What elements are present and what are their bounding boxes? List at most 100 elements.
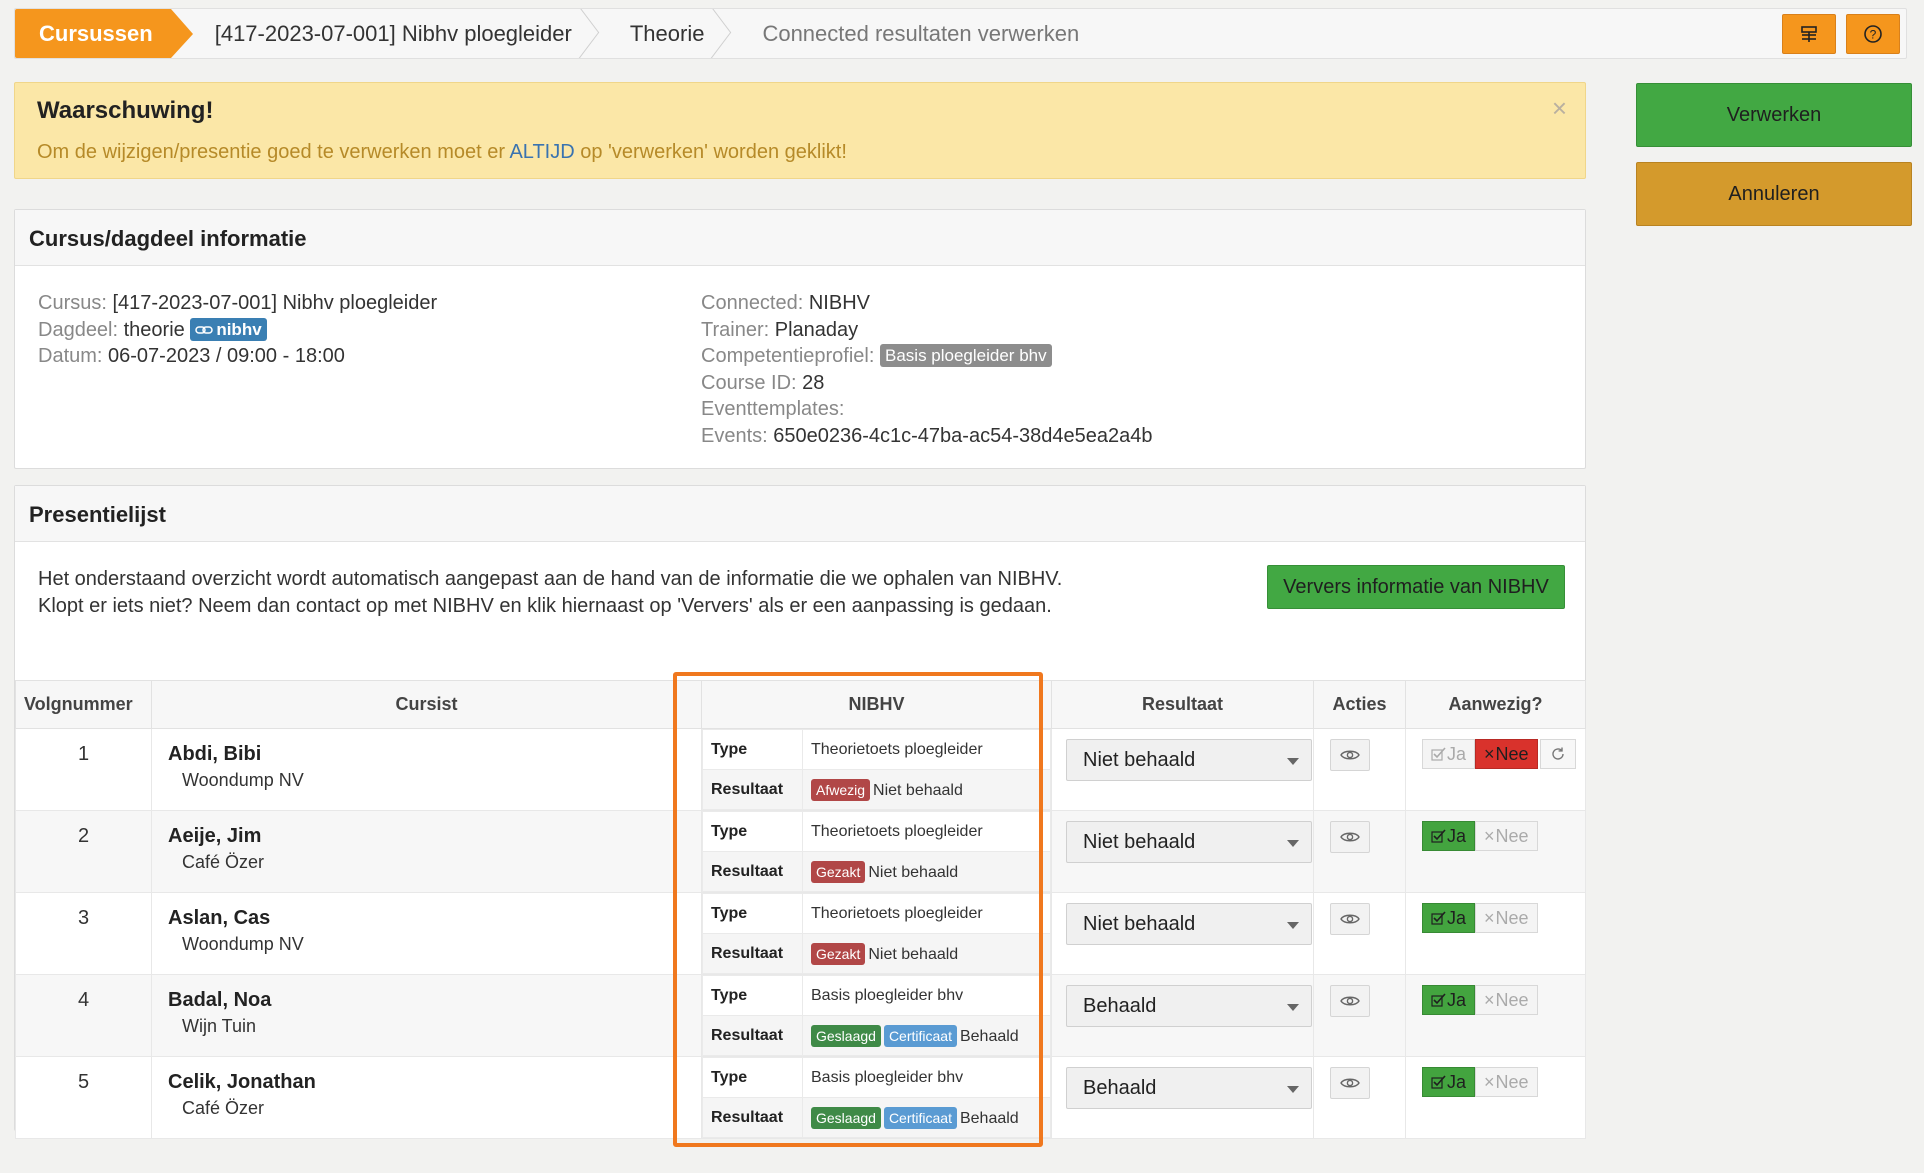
result-tag: Gezakt [811, 942, 866, 965]
reset-button[interactable] [1539, 739, 1576, 769]
aanwezig-cell: Ja × Nee [1405, 728, 1586, 811]
present-no-label: Nee [1495, 825, 1529, 846]
help-button[interactable]: ? [1846, 14, 1900, 54]
result-tag: Certificaat [883, 1024, 957, 1047]
present-no-button[interactable]: × Nee [1475, 1067, 1538, 1097]
view-button[interactable] [1330, 985, 1370, 1017]
view-button[interactable] [1330, 821, 1370, 853]
aanwezig-cell: Ja × Nee [1405, 974, 1586, 1057]
value: [417-2023-07-001] Nibhv ploegleider [106, 292, 438, 314]
breadcrumb-theorie-label: Theorie [629, 20, 705, 46]
resultaat-cell: Behaald [1051, 1056, 1314, 1139]
resultaat-selected: Behaald [1083, 1077, 1157, 1099]
nibhv-result-text: Behaald [959, 1027, 1019, 1045]
label: Trainer: [701, 318, 770, 341]
present-no-button[interactable]: × Nee [1475, 903, 1538, 933]
resultaat-select[interactable]: Behaald [1066, 1067, 1312, 1109]
resultaat-selected: Behaald [1083, 995, 1157, 1017]
nibhv-type-row: Type Basis ploegleider bhv [702, 1057, 1051, 1098]
svg-text:?: ? [1870, 28, 1877, 42]
nibhv-result-text: Niet behaald [868, 863, 959, 881]
presence-description: Het onderstaand overzicht wordt automati… [38, 568, 1063, 617]
present-yes-button[interactable]: Ja [1422, 903, 1476, 933]
info-profiel: Competentieprofiel: Basis ploegleider bh… [701, 343, 1152, 370]
chevron-down-icon [1287, 840, 1299, 847]
breadcrumb-course[interactable]: [417-2023-07-001] Nibhv ploegleider [171, 9, 600, 58]
view-button[interactable] [1330, 903, 1370, 935]
check-icon [1431, 993, 1446, 1007]
table-row: 4 Badal, Noa Wijn Tuin Type Basis ploegleide… [15, 974, 1586, 1057]
info-courseid: Course ID: 28 [701, 370, 1152, 397]
resultaat-select[interactable]: Niet behaald [1066, 739, 1312, 781]
type-value: Basis ploegleider bhv [802, 1057, 1051, 1098]
resultaat-select[interactable]: Niet behaald [1066, 903, 1312, 945]
nibhv-inner-table: Type Theorietoets ploegleider Resultaat Afw… [702, 729, 1051, 810]
present-no-button[interactable]: × Nee [1475, 821, 1538, 851]
refresh-nibhv-button[interactable]: Ververs informatie van NIBHV [1267, 565, 1565, 609]
aanwezig-cell: Ja × Nee [1405, 1056, 1586, 1139]
nibhv-result-text: Niet behaald [873, 781, 963, 799]
presence-toggle: Ja × Nee [1422, 739, 1585, 769]
present-yes-button[interactable]: Ja [1422, 739, 1476, 769]
chevron-down-icon [1287, 922, 1299, 929]
nibhv-result-text: Behaald [959, 1109, 1019, 1127]
nibhv-result-row: Resultaat Gezakt Niet behaald [702, 851, 1051, 892]
student-name: Badal, Noa [168, 989, 272, 1011]
alert-text-before: Om de wijzigen/presentie goed te verwerk… [37, 141, 510, 163]
presence-panel: Presentielijst Het onderstaand overzicht… [14, 485, 1586, 1139]
present-yes-button[interactable]: Ja [1422, 1067, 1476, 1097]
present-yes-button[interactable]: Ja [1422, 985, 1476, 1015]
warning-alert: Waarschuwing! Om de wijzigen/presentie g… [14, 82, 1586, 179]
alert-title: Waarschuwing! [37, 97, 214, 124]
student-cell: Celik, Jonathan Café Özer [151, 1056, 702, 1139]
nibhv-result-text: Niet behaald [868, 945, 959, 963]
presence-toggle: Ja × Nee [1422, 985, 1585, 1015]
view-button[interactable] [1330, 1067, 1370, 1099]
type-label: Type [702, 1057, 803, 1098]
type-label: Type [702, 729, 803, 770]
check-icon [1431, 1075, 1446, 1089]
close-icon[interactable]: × [1552, 93, 1567, 124]
acties-cell [1313, 810, 1406, 893]
value: 06-07-2023 / 09:00 - 18:00 [102, 345, 345, 367]
row-number: 4 [15, 974, 152, 1057]
presence-toggle: Ja × Nee [1422, 1067, 1585, 1097]
info-trainer: Trainer: Planaday [701, 317, 1152, 344]
panel-title: Presentielijst [15, 486, 1585, 542]
view-button[interactable] [1330, 739, 1370, 771]
value: 650e0236-4c1c-47ba-ac54-38d4e5ea2a4b [767, 424, 1153, 447]
breadcrumb-course-label: [417-2023-07-001] Nibhv ploegleider [214, 20, 572, 46]
process-button[interactable]: Verwerken [1636, 83, 1912, 147]
nibhv-cell: Type Basis ploegleider bhv Resultaat Geslaa… [701, 1056, 1052, 1139]
row-number: 2 [15, 810, 152, 893]
breadcrumb-cursussen[interactable]: Cursussen [15, 9, 193, 58]
type-label: Type [702, 811, 803, 852]
resultaat-cell: Behaald [1051, 974, 1314, 1057]
x-icon: × [1484, 825, 1495, 846]
eye-icon [1340, 750, 1360, 760]
resultaat-select[interactable]: Behaald [1066, 985, 1312, 1027]
breadcrumb-theorie[interactable]: Theorie [600, 9, 733, 58]
label: Cursus: [38, 292, 107, 314]
type-label: Type [702, 893, 803, 934]
present-yes-button[interactable]: Ja [1422, 821, 1476, 851]
alert-text-after: op 'verwerken' worden geklikt! [574, 141, 847, 163]
cancel-button[interactable]: Annuleren [1636, 162, 1912, 226]
present-no-label: Nee [1495, 907, 1529, 928]
list-button[interactable] [1782, 14, 1836, 54]
chevron-down-icon [1287, 758, 1299, 765]
result-tag: Gezakt [811, 860, 866, 883]
student-company: Wijn Tuin [182, 1016, 257, 1036]
present-no-button[interactable]: × Nee [1475, 985, 1538, 1015]
present-no-button[interactable]: × Nee [1475, 739, 1538, 769]
result-value: Afwezig Niet behaald [802, 769, 1051, 810]
aanwezig-cell: Ja × Nee [1405, 810, 1586, 893]
result-label: Resultaat [702, 851, 803, 892]
type-value: Theorietoets ploegleider [802, 811, 1051, 852]
nibhv-inner-table: Type Basis ploegleider bhv Resultaat Geslaa… [702, 975, 1051, 1056]
result-tag: Afwezig [811, 778, 871, 801]
resultaat-select[interactable]: Niet behaald [1066, 821, 1312, 863]
help-circle-icon: ? [1864, 25, 1882, 43]
result-tag: Geslaagd [811, 1106, 881, 1129]
presence-toggle: Ja × Nee [1422, 903, 1585, 933]
